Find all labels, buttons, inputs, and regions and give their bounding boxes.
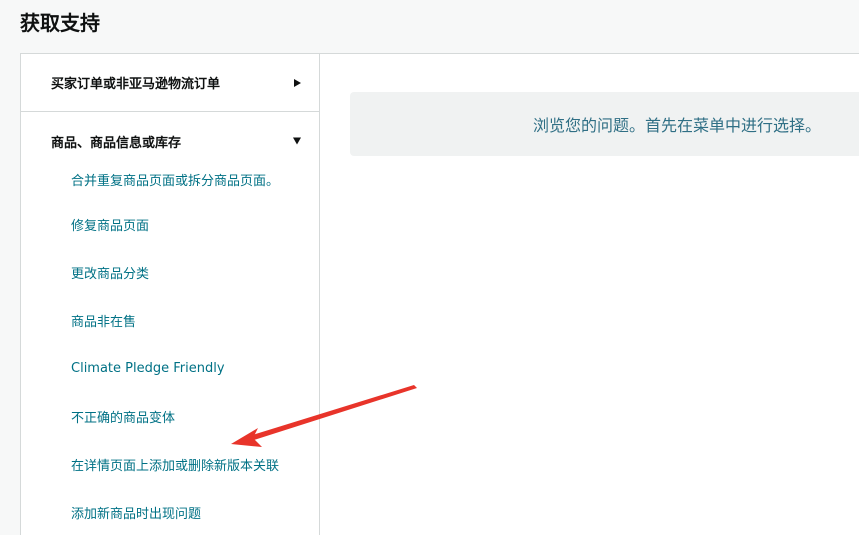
section-label: 买家订单或非亚马逊物流订单 [51, 77, 221, 92]
sub-item-fix-product-page[interactable]: 修复商品页面 [21, 200, 319, 248]
sidebar-section-buyer-orders[interactable]: 买家订单或非亚马逊物流订单 [21, 54, 319, 112]
section-label: 商品、商品信息或库存 [51, 135, 182, 151]
sub-item-new-product-issue[interactable]: 添加新商品时出现问题 [21, 488, 319, 535]
page-title: 获取支持 [20, 11, 100, 35]
sub-item-change-category[interactable]: 更改商品分类 [21, 248, 319, 296]
instruction-message: 浏览您的问题。首先在菜单中进行选择。 [350, 92, 859, 156]
sub-item-merge-split-pages[interactable]: 合并重复商品页面或拆分商品页面。 [21, 170, 319, 200]
sidebar-section-products-inventory[interactable]: 商品、商品信息或库存 [21, 112, 319, 170]
sub-item-list: 合并重复商品页面或拆分商品页面。 修复商品页面 更改商品分类 商品非在售 Cli… [21, 170, 319, 535]
sidebar-menu: 买家订单或非亚马逊物流订单 商品、商品信息或库存 合并重复商品页面或拆分商品页面… [21, 54, 320, 535]
sub-item-edition-relation[interactable]: 在详情页面上添加或删除新版本关联 [21, 440, 319, 488]
caret-right-icon [294, 78, 301, 87]
support-panel: 买家订单或非亚马逊物流订单 商品、商品信息或库存 合并重复商品页面或拆分商品页面… [20, 53, 859, 535]
caret-down-icon [293, 137, 301, 145]
sub-item-not-for-sale[interactable]: 商品非在售 [21, 296, 319, 344]
sub-item-climate-pledge[interactable]: Climate Pledge Friendly [21, 344, 319, 392]
sub-item-incorrect-variation[interactable]: 不正确的商品变体 [21, 392, 319, 440]
